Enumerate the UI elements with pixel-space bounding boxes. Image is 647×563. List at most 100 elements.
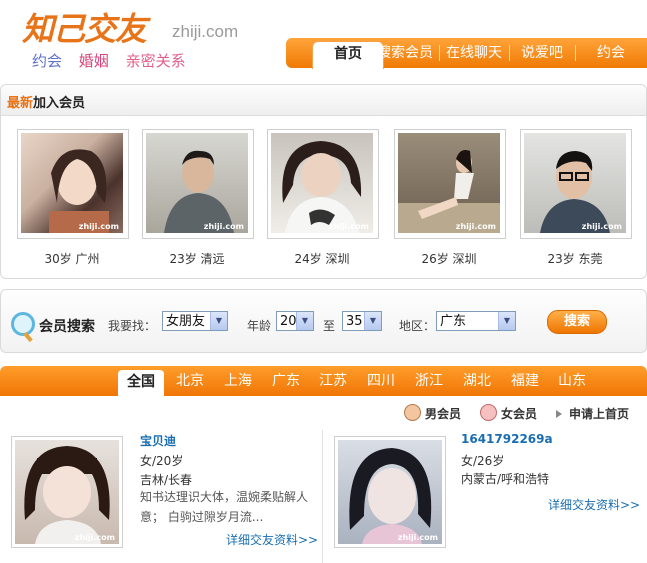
member-photo-image: zhiji.com (271, 133, 373, 233)
region-tab-sichuan[interactable]: 四川 (359, 366, 403, 396)
region-tabs: 全国 北京 上海 广东 江苏 四川 浙江 湖北 福建 山东 (0, 366, 647, 396)
photo-watermark: zhiji.com (203, 222, 244, 231)
arrow-right-icon (556, 410, 562, 418)
region-tab-fujian[interactable]: 福建 (503, 366, 547, 396)
nav-dating[interactable]: 约会 (576, 38, 646, 68)
nav-search-members[interactable]: 搜索会员 (372, 38, 438, 68)
tag-marriage: 婚姻 (78, 52, 109, 70)
member-photo[interactable]: zhiji.com (142, 129, 254, 239)
male-avatar-icon (404, 404, 421, 421)
region-select[interactable]: 广东 ▼ (436, 311, 516, 331)
photo-watermark: zhiji.com (78, 222, 119, 231)
tag-intimate: 亲密关系 (125, 52, 186, 70)
looking-for-label: 我要找： (108, 319, 157, 333)
apply-homepage-link[interactable]: 申请上首页 (556, 403, 629, 425)
chevron-down-icon[interactable]: ▼ (364, 312, 381, 330)
legend-female-label: 女会员 (501, 407, 538, 421)
card-location: 内蒙古/呼和浩特 (461, 472, 550, 486)
card-description: 知书达理识大体，温婉柔贴解人意； 白驹过隙岁月流... (140, 490, 309, 524)
photo-watermark: zhiji.com (397, 533, 438, 542)
region-tab-zhejiang[interactable]: 浙江 (407, 366, 451, 396)
magnifier-icon (11, 312, 35, 336)
photo-watermark: zhiji.com (328, 222, 369, 231)
age-from-value: 20 (280, 314, 297, 329)
region-tab-jiangsu[interactable]: 江苏 (311, 366, 355, 396)
member-photo[interactable]: zhiji.com (267, 129, 379, 239)
member-photo[interactable]: zhiji.com (394, 129, 506, 239)
title-rest: 加入会员 (33, 96, 86, 111)
new-members-title: 最新加入会员 (7, 92, 85, 111)
logo-tagline: 约会 婚姻 亲密关系 (32, 50, 198, 71)
age-label: 年龄 (247, 319, 272, 333)
member-caption[interactable]: 30岁 广州 (17, 250, 127, 267)
member-caption[interactable]: 24岁 深圳 (267, 250, 377, 267)
region-tab-guangdong[interactable]: 广东 (264, 366, 308, 396)
portrait-image (164, 150, 234, 233)
region-tab-all[interactable]: 全国 (118, 370, 164, 396)
region-label: 地区： (399, 319, 436, 333)
region-tab-hubei[interactable]: 湖北 (455, 366, 499, 396)
site-logo[interactable]: 知己交友 (22, 4, 147, 50)
card-name[interactable]: 宝贝迪 (140, 432, 176, 449)
photo-watermark: zhiji.com (581, 222, 622, 231)
search-title: 会员搜索 (39, 319, 95, 335)
new-members-section: 最新加入会员 zhiji.com zhiji.com zhiji.com zhi… (0, 84, 647, 279)
region-value: 广东 (440, 314, 467, 329)
region-tab-beijing[interactable]: 北京 (168, 366, 212, 396)
member-search-panel: 会员搜索 我要找： 女朋友 ▼ 年龄 20 ▼ 至 35 ▼ 地区： 广东 ▼ 搜索 (0, 289, 647, 353)
member-photo[interactable]: zhiji.com (17, 129, 129, 239)
card-photo-image: zhiji.com (338, 440, 442, 544)
chevron-down-icon[interactable]: ▼ (498, 312, 515, 330)
title-highlight: 最新 (7, 96, 34, 111)
age-from-select[interactable]: 20 ▼ (276, 311, 314, 331)
legend-male-label: 男会员 (425, 407, 462, 421)
nav-online-chat[interactable]: 在线聊天 (440, 38, 508, 68)
card-divider (322, 430, 323, 563)
looking-for-select[interactable]: 女朋友 ▼ (162, 311, 228, 331)
portrait-image (49, 149, 109, 233)
portrait-image (282, 141, 362, 233)
site-header: 知己交友 zhiji.com 约会 婚姻 亲密关系 首页 搜索会员 在线聊天 说… (0, 0, 647, 84)
search-button[interactable]: 搜索 (547, 310, 607, 334)
tag-dating: 约会 (32, 52, 63, 70)
chevron-down-icon[interactable]: ▼ (296, 312, 313, 330)
portrait-image (349, 448, 432, 544)
apply-homepage-label: 申请上首页 (569, 407, 630, 421)
card-name[interactable]: 1641792269a (461, 432, 553, 446)
portrait-image (540, 151, 610, 233)
region-tab-shanghai[interactable]: 上海 (216, 366, 260, 396)
member-photo-image: zhiji.com (21, 133, 123, 233)
member-caption[interactable]: 26岁 深圳 (394, 250, 504, 267)
region-tab-shandong[interactable]: 山东 (550, 366, 594, 396)
card-photo[interactable]: zhiji.com (11, 436, 123, 548)
photo-watermark: zhiji.com (74, 533, 115, 542)
photo-watermark: zhiji.com (455, 222, 496, 231)
age-to-select[interactable]: 35 ▼ (342, 311, 382, 331)
logo-domain: zhiji.com (172, 22, 239, 41)
member-photo-image: zhiji.com (524, 133, 626, 233)
card-detail-link[interactable]: 详细交友资料>> (548, 496, 640, 513)
card-photo[interactable]: zhiji.com (334, 436, 446, 548)
member-caption[interactable]: 23岁 清远 (142, 250, 252, 267)
nav-love-forum[interactable]: 说爱吧 (510, 38, 574, 68)
looking-for-value: 女朋友 (166, 314, 206, 329)
portrait-image (398, 150, 500, 233)
member-photo[interactable]: zhiji.com (520, 129, 632, 239)
female-avatar-icon (480, 404, 497, 421)
age-to-value: 35 (346, 314, 363, 329)
member-photo-image: zhiji.com (146, 133, 248, 233)
card-gender-age: 女/20岁 (140, 454, 184, 468)
member-photo-image: zhiji.com (398, 133, 500, 233)
card-detail-link[interactable]: 详细交友资料>> (226, 531, 318, 548)
search-button-label: 搜索 (563, 314, 590, 329)
legend-female: 女会员 (480, 403, 537, 425)
chevron-down-icon[interactable]: ▼ (210, 312, 227, 330)
legend-male: 男会员 (404, 403, 461, 425)
portrait-image (24, 446, 110, 544)
member-caption[interactable]: 23岁 东莞 (520, 250, 630, 267)
card-gender-age: 女/26岁 (461, 454, 505, 468)
card-location: 吉林/长春 (140, 473, 193, 487)
age-to-label: 至 (323, 319, 336, 333)
main-nav: 首页 搜索会员 在线聊天 说爱吧 约会 (286, 38, 647, 69)
card-photo-image: zhiji.com (15, 440, 119, 544)
